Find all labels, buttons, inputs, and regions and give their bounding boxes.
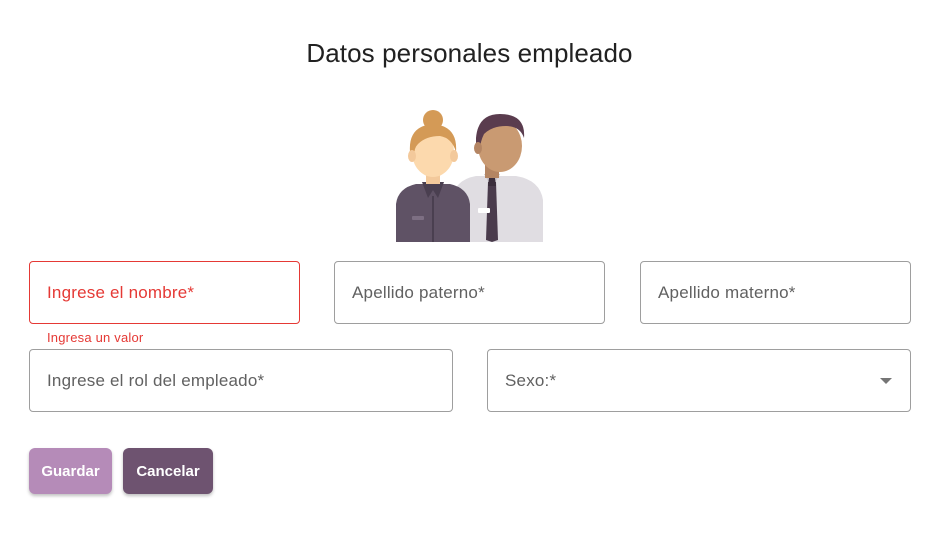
apellido-paterno-label: Apellido paterno* [352, 282, 485, 302]
nombre-error-text: Ingresa un valor [47, 330, 144, 345]
apellido-materno-field[interactable]: Apellido materno* [640, 261, 911, 324]
apellido-paterno-field[interactable]: Apellido paterno* [334, 261, 605, 324]
sexo-label: Sexo:* [505, 370, 557, 390]
rol-label: Ingrese el rol del empleado* [47, 370, 265, 390]
save-button[interactable]: Guardar [29, 448, 112, 494]
employees-illustration [392, 108, 548, 242]
sexo-select[interactable]: Sexo:* [487, 349, 911, 412]
apellido-materno-label: Apellido materno* [658, 282, 796, 302]
page-title: Datos personales empleado [306, 38, 633, 68]
female-figure [396, 110, 470, 242]
nombre-field[interactable]: Ingrese el nombre* [29, 261, 300, 324]
employees-illustration-svg [396, 110, 543, 242]
nombre-label: Ingrese el nombre* [47, 282, 195, 302]
rol-field[interactable]: Ingrese el rol del empleado* [29, 349, 453, 412]
chevron-down-icon[interactable] [880, 377, 892, 384]
cancel-button[interactable]: Cancelar [123, 448, 213, 494]
